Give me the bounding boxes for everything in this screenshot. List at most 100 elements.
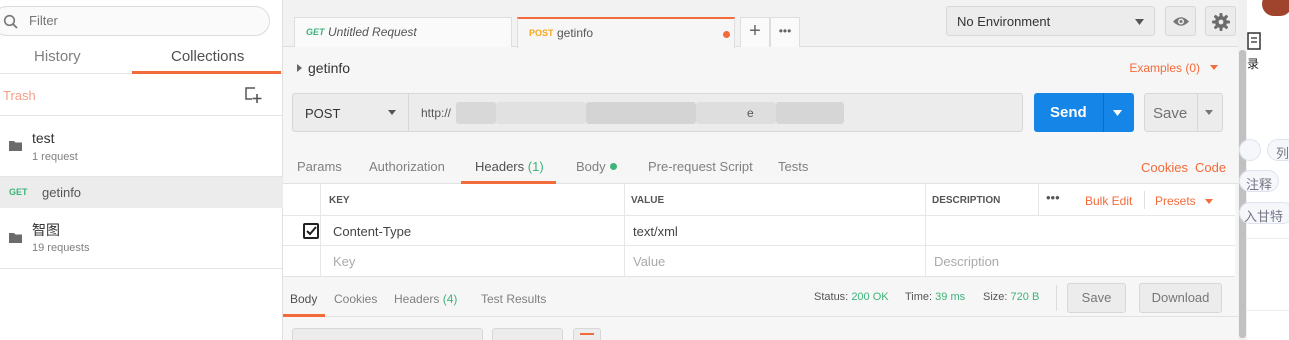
tab-tests[interactable]: Tests	[778, 159, 808, 174]
request-tab[interactable]: GET Untitled Request	[294, 17, 512, 47]
scrollbar-thumb[interactable]	[1239, 50, 1246, 338]
background-app-panel: 录 列 注释 入甘特	[1239, 0, 1289, 340]
caret-right-icon	[297, 64, 302, 72]
collection-count: 19 requests	[32, 242, 90, 254]
response-headers-count: (4)	[442, 292, 458, 306]
filter-input-wrapper[interactable]	[0, 6, 270, 36]
chevron-down-icon[interactable]	[1113, 110, 1122, 116]
checkmark-icon	[306, 226, 317, 236]
url-bar: POST http:// e	[292, 93, 1023, 132]
tab-authorization[interactable]: Authorization	[369, 159, 445, 174]
tab-params[interactable]: Params	[297, 159, 342, 174]
header-value-cell[interactable]: text/xml	[633, 224, 678, 239]
chevron-down-icon[interactable]	[1205, 110, 1213, 115]
redacted-url-part	[456, 102, 496, 124]
method-select[interactable]: POST	[293, 94, 409, 131]
collection-name: 智图	[32, 222, 60, 238]
collection-item[interactable]: 智图 19 requests	[0, 208, 283, 269]
tab-headers[interactable]: Headers (1)	[475, 159, 544, 174]
description-placeholder[interactable]: Description	[934, 254, 999, 269]
code-link[interactable]: Code	[1195, 160, 1226, 175]
collection-item[interactable]: test 1 request	[0, 116, 283, 177]
filter-input[interactable]	[29, 13, 249, 28]
breadcrumb-name: getinfo	[308, 60, 351, 76]
document-icon	[1247, 32, 1261, 50]
table-row-new: Key Value Description	[283, 246, 1235, 276]
settings-button[interactable]	[1205, 6, 1236, 36]
size-label: Size:	[983, 291, 1008, 303]
panel-text: 录	[1247, 57, 1260, 71]
folder-icon	[9, 233, 22, 243]
more-options-button[interactable]: •••	[1046, 190, 1060, 205]
response-tab-headers[interactable]: Headers (4)	[394, 292, 457, 306]
wrap-icon	[580, 333, 594, 335]
chevron-down-icon	[1210, 65, 1218, 70]
time-label: Time:	[905, 291, 933, 303]
tag-label: 入甘特	[1244, 209, 1284, 224]
method-label: POST	[305, 106, 341, 121]
response-language-select[interactable]	[492, 328, 563, 340]
tab-body[interactable]: Body	[576, 159, 617, 174]
time-value: 39 ms	[935, 291, 966, 303]
new-tab-button[interactable]: +	[740, 17, 770, 47]
avatar[interactable]	[1262, 0, 1289, 16]
environment-quicklook-button[interactable]	[1165, 6, 1196, 36]
tab-history[interactable]: History	[34, 48, 81, 65]
folder-icon	[9, 141, 22, 151]
search-icon	[3, 14, 18, 29]
key-placeholder[interactable]: Key	[333, 254, 355, 269]
divider	[1247, 238, 1289, 239]
column-header-value: VALUE	[631, 195, 665, 206]
time-readout: Time: 39 ms	[905, 291, 965, 303]
size-value: 720 B	[1010, 291, 1040, 303]
method-badge: GET	[9, 187, 28, 197]
trash-link[interactable]: Trash	[3, 88, 36, 103]
sidebar-tabs: History Collections	[0, 44, 283, 74]
response-save-button[interactable]: Save	[1067, 283, 1126, 313]
tab-method: GET	[306, 27, 325, 37]
tag-chip[interactable]: 入甘特	[1239, 202, 1289, 224]
examples-label: Examples (0)	[1129, 61, 1200, 75]
sidebar: History Collections Trash test 1 request…	[0, 0, 283, 340]
url-input[interactable]: http://	[421, 106, 451, 120]
tag-chip[interactable]: 列	[1267, 139, 1289, 161]
header-enabled-checkbox[interactable]	[303, 223, 319, 239]
cookies-link[interactable]: Cookies	[1141, 160, 1188, 175]
send-button[interactable]: Send	[1034, 93, 1134, 132]
new-collection-icon[interactable]	[244, 86, 262, 104]
response-download-button[interactable]: Download	[1139, 283, 1222, 313]
tag-chip[interactable]	[1239, 139, 1261, 161]
size-readout: Size: 720 B	[983, 291, 1039, 303]
bulk-edit-link[interactable]: Bulk Edit	[1085, 194, 1132, 208]
redacted-url-part	[496, 102, 586, 124]
request-tab-active[interactable]: POST getinfo	[517, 17, 735, 48]
header-key-cell[interactable]: Content-Type	[333, 224, 411, 239]
value-placeholder[interactable]: Value	[633, 254, 665, 269]
response-tab-test-results[interactable]: Test Results	[481, 292, 546, 306]
save-divider	[1197, 94, 1198, 131]
response-tab-body[interactable]: Body	[290, 292, 317, 306]
tab-collections[interactable]: Collections	[171, 48, 244, 65]
presets-dropdown[interactable]: Presets	[1155, 194, 1214, 208]
gear-icon	[1212, 13, 1230, 31]
response-format-select[interactable]	[292, 328, 483, 340]
request-tabbar: GET Untitled Request POST getinfo + ••• …	[283, 0, 1238, 48]
table-header-row: KEY VALUE DESCRIPTION ••• Bulk Edit Pres…	[283, 184, 1235, 216]
environment-select[interactable]: No Environment	[946, 6, 1155, 36]
save-label: Save	[1153, 105, 1188, 122]
wrap-lines-button[interactable]	[573, 328, 601, 340]
eye-icon	[1173, 17, 1189, 26]
breadcrumb[interactable]: getinfo	[297, 60, 350, 76]
response-tab-cookies[interactable]: Cookies	[334, 292, 377, 306]
headers-table: KEY VALUE DESCRIPTION ••• Bulk Edit Pres…	[283, 184, 1235, 277]
active-tab-indicator	[132, 71, 281, 74]
examples-dropdown[interactable]: Examples (0)	[1129, 61, 1218, 75]
tag-chip[interactable]: 注释	[1239, 170, 1279, 192]
sidebar-request-item[interactable]: GET getinfo	[0, 177, 283, 208]
save-button[interactable]: Save	[1144, 93, 1223, 132]
tab-prerequest-script[interactable]: Pre-request Script	[648, 159, 753, 174]
trash-row: Trash	[0, 80, 283, 116]
status-readout: Status: 200 OK	[814, 291, 889, 303]
tab-more-button[interactable]: •••	[770, 17, 800, 47]
main-panel: GET Untitled Request POST getinfo + ••• …	[283, 0, 1238, 340]
